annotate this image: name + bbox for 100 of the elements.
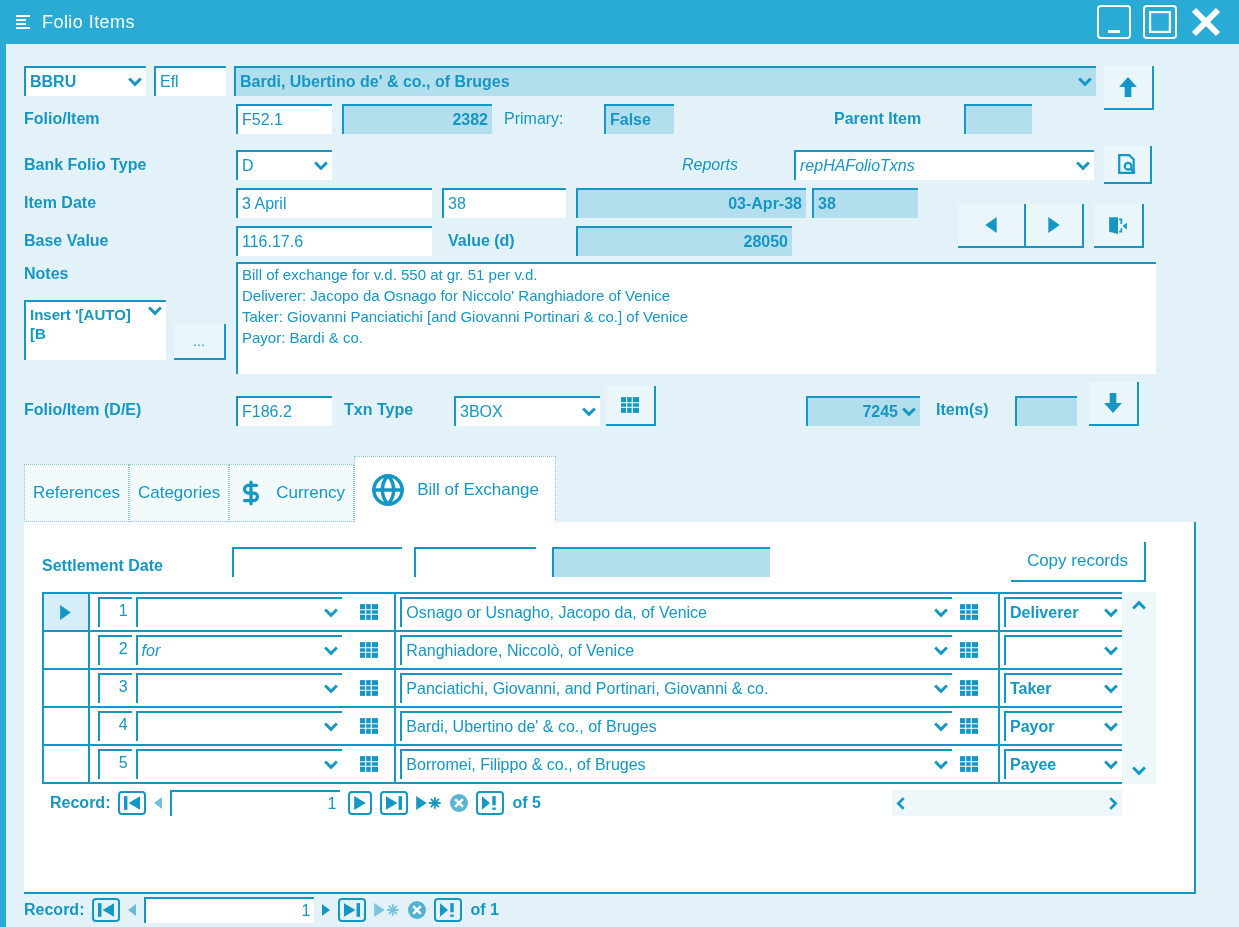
filter-record-button[interactable] (476, 791, 505, 815)
horizontal-scrollbar[interactable] (892, 790, 1122, 816)
caret-icon[interactable] (1104, 684, 1118, 694)
text-field[interactable]: 38 (812, 188, 918, 218)
move-down-button[interactable] (1089, 382, 1139, 426)
caret-icon[interactable] (1104, 646, 1118, 656)
caret-icon[interactable] (323, 722, 338, 732)
parent-item-field[interactable] (964, 104, 1032, 134)
previous-button[interactable] (958, 204, 1026, 248)
person-combo[interactable]: Borromei, Filippo & co., of Bruges (400, 749, 953, 779)
text-field[interactable]: 116.17.6 (236, 226, 432, 256)
preview-report-button[interactable] (1104, 146, 1152, 184)
row-selector[interactable] (44, 594, 90, 630)
last-record-button[interactable] (380, 791, 409, 815)
caret-icon[interactable] (1078, 77, 1092, 87)
grid-icon[interactable] (960, 604, 979, 620)
caret-icon[interactable] (1104, 760, 1118, 770)
grid-icon[interactable] (359, 718, 378, 734)
caret-icon[interactable] (314, 161, 328, 171)
text-field[interactable]: 38 (442, 188, 566, 218)
role-combo[interactable]: Payee (1004, 749, 1122, 779)
move-up-button[interactable] (1104, 66, 1154, 110)
caret-icon[interactable] (1104, 722, 1118, 732)
grid-icon[interactable] (960, 680, 979, 696)
caret-icon[interactable] (934, 684, 949, 694)
delete-record-icon[interactable] (408, 901, 427, 919)
notes-field[interactable]: Bill of exchange for v.d. 550 at gr. 51 per v.d. Deliverer: Jacopo da Osnago for Niccolo' Ranghiadore of Venice Taker: Giovanni Panciatichi [and Giovanni Portinari & co.] of Venice Payor: Bardi & co. (236, 262, 1156, 374)
prefix-combo[interactable]: for (135, 635, 342, 665)
person-combo[interactable]: Panciatichi, Giovanni, and Portinari, Giovanni & co. (400, 673, 953, 703)
person-combo[interactable]: Ranghiadore, Niccolò, of Venice (400, 635, 953, 665)
caret-icon[interactable] (934, 646, 949, 656)
grid-icon[interactable] (621, 397, 639, 413)
last-record-button[interactable] (338, 898, 367, 922)
grid-icon[interactable] (359, 642, 378, 658)
role-combo[interactable]: Taker (1004, 673, 1122, 703)
text-field[interactable]: 2382 (342, 104, 492, 134)
grid-icon[interactable] (359, 604, 378, 620)
first-record-button[interactable] (92, 898, 121, 922)
caret-icon[interactable] (323, 760, 338, 770)
grid-icon[interactable] (359, 756, 378, 772)
text-field[interactable]: F52.1 (236, 104, 332, 134)
insert-combo[interactable]: Insert '[AUTO][B (24, 300, 166, 360)
text-field[interactable]: False (604, 104, 674, 134)
previous-record-icon[interactable] (154, 797, 163, 809)
next-record-icon[interactable] (322, 904, 331, 916)
text-field[interactable]: D (236, 150, 332, 180)
tab[interactable]: Categories (128, 464, 230, 522)
vertical-scrollbar[interactable] (1122, 592, 1156, 784)
items-field[interactable] (1015, 396, 1077, 426)
prefix-combo[interactable] (135, 711, 342, 741)
text-field[interactable]: 3BOX (454, 396, 600, 426)
bank-code-combo[interactable]: BBRU (24, 66, 146, 96)
delete-record-icon[interactable] (450, 794, 469, 812)
tab[interactable]: References (24, 464, 129, 522)
first-record-button[interactable] (118, 791, 147, 815)
tab[interactable]: Currency (229, 464, 355, 522)
text-field[interactable]: 03-Apr-38 (576, 188, 806, 218)
record-number-field[interactable]: 1 (144, 897, 315, 923)
caret-icon[interactable] (902, 407, 916, 417)
text-field[interactable]: 28050 (576, 226, 792, 256)
next-button[interactable] (1026, 204, 1084, 248)
minimize-button[interactable] (1097, 5, 1131, 39)
filter-record-button[interactable] (434, 898, 463, 922)
caret-icon[interactable] (1104, 608, 1118, 618)
ellipsis-button[interactable]: ... (174, 324, 226, 360)
prefix-combo[interactable] (135, 749, 342, 779)
settlement-field[interactable] (552, 547, 770, 577)
maximize-button[interactable] (1143, 5, 1177, 39)
item-count-combo[interactable]: 7245 (806, 396, 920, 426)
role-combo[interactable]: Payor (1004, 711, 1122, 741)
close-button[interactable] (1189, 5, 1223, 39)
record-number-field[interactable]: 1 (170, 790, 341, 816)
caret-icon[interactable] (934, 760, 949, 770)
bank-name-combo[interactable]: Bardi, Ubertino de' & co., of Bruges (234, 66, 1096, 96)
grid-icon[interactable] (359, 680, 378, 696)
grid-icon[interactable] (960, 718, 979, 734)
grid-icon[interactable] (960, 642, 979, 658)
caret-icon[interactable] (1076, 161, 1090, 171)
person-combo[interactable]: Bardi, Ubertino de' & co., of Bruges (400, 711, 953, 741)
grid-button[interactable] (606, 386, 656, 426)
copy-records-button[interactable]: Copy records (1010, 542, 1146, 582)
caret-icon[interactable] (323, 684, 338, 694)
caret-icon[interactable] (934, 722, 949, 732)
text-field[interactable]: 3 April (236, 188, 432, 218)
next-record-button[interactable] (348, 791, 373, 815)
tab[interactable]: Bill of Exchange (354, 456, 557, 522)
report-combo[interactable]: repHAFolioTxns (794, 150, 1094, 180)
caret-icon[interactable] (582, 407, 596, 417)
person-combo[interactable]: Osnago or Usnagho, Jacopo da, of Venice (400, 597, 953, 627)
caret-icon[interactable] (323, 608, 338, 618)
previous-record-icon[interactable] (128, 904, 137, 916)
caret-icon[interactable] (323, 646, 338, 656)
caret-icon[interactable] (148, 306, 162, 316)
caret-icon[interactable] (934, 608, 949, 618)
role-combo[interactable] (1004, 635, 1122, 665)
new-record-icon[interactable] (416, 796, 443, 810)
code-field[interactable]: Efl (154, 66, 226, 96)
text-field[interactable]: F186.2 (236, 396, 332, 426)
caret-icon[interactable] (128, 77, 142, 87)
prefix-combo[interactable] (135, 673, 342, 703)
